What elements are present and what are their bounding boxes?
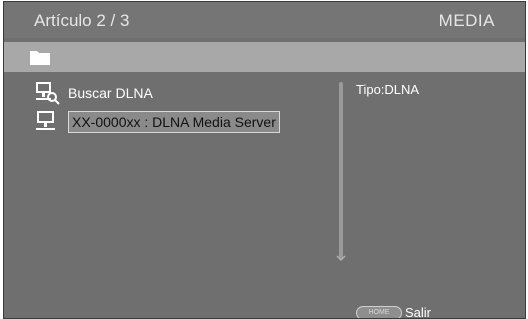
computer-icon	[36, 111, 55, 130]
folder-icon	[30, 51, 50, 65]
list-item-label: Buscar DLNA	[68, 85, 153, 101]
chevron-down-icon	[336, 255, 346, 262]
scrollbar[interactable]	[339, 82, 343, 260]
home-button[interactable]: HOME	[356, 305, 402, 318]
list-item-label: XX-0000xx : DLNA Media Server	[68, 111, 280, 133]
item-counter: Artículo 2 / 3	[34, 11, 130, 30]
title-bar: Artículo 2 / 3 MEDIA	[4, 2, 525, 38]
section-title: MEDIA	[438, 11, 495, 30]
path-bar	[4, 42, 525, 72]
list-item-dlna-server[interactable]: XX-0000xx : DLNA Media Server	[34, 109, 280, 135]
media-screen: Artículo 2 / 3 MEDIA Buscar DLNA XX-0000…	[3, 1, 526, 319]
exit-label: Salir	[405, 305, 432, 319]
info-type: Tipo:DLNA	[356, 82, 420, 97]
footer-hint: HOME Salir	[356, 305, 432, 319]
list-item-search-dlna[interactable]: Buscar DLNA	[34, 80, 153, 106]
server-list: Buscar DLNA XX-0000xx : DLNA Media Serve…	[4, 72, 334, 312]
search-dlna-icon	[36, 82, 60, 105]
